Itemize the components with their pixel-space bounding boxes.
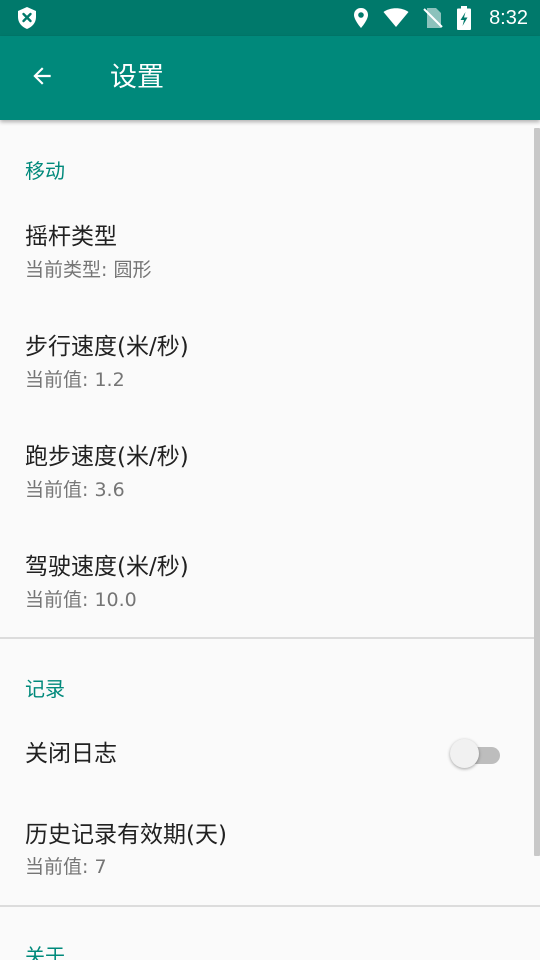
arrow-back-icon: [29, 63, 55, 93]
pref-summary: 当前值: 10.0: [25, 589, 137, 611]
pref-title: 步行速度(米/秒): [25, 334, 189, 360]
app-bar: 设置: [0, 36, 540, 120]
location-icon: [353, 7, 369, 29]
page-title: 设置: [110, 62, 164, 93]
scrollbar[interactable]: [534, 128, 540, 856]
pref-run-speed[interactable]: 跑步速度(米/秒) 当前值: 3.6: [0, 422, 534, 532]
pref-title: 驾驶速度(米/秒): [25, 554, 189, 580]
shield-x-icon: [16, 6, 38, 30]
settings-list[interactable]: 移动 摇杆类型 当前类型: 圆形 步行速度(米/秒) 当前值: 1.2 跑步速度…: [0, 120, 540, 960]
pref-summary: 当前值: 7: [25, 856, 107, 878]
section-header-record: 记录: [25, 677, 65, 701]
pref-history-validity[interactable]: 历史记录有效期(天) 当前值: 7: [0, 796, 534, 906]
pref-title: 关闭日志: [25, 741, 117, 767]
status-bar: 8:32: [0, 0, 540, 36]
pref-title: 历史记录有效期(天): [25, 822, 227, 848]
pref-close-log[interactable]: 关闭日志: [0, 716, 534, 796]
pref-summary: 当前值: 3.6: [25, 479, 125, 501]
back-button[interactable]: [22, 58, 62, 98]
pref-drive-speed[interactable]: 驾驶速度(米/秒) 当前值: 10.0: [0, 532, 534, 637]
pref-title: 跑步速度(米/秒): [25, 444, 189, 470]
status-time: 8:32: [489, 6, 528, 29]
pref-joystick-type[interactable]: 摇杆类型 当前类型: 圆形: [0, 202, 534, 312]
wifi-icon: [383, 8, 409, 28]
close-log-switch[interactable]: [450, 738, 502, 770]
section-divider: [0, 905, 540, 907]
section-divider: [0, 637, 540, 639]
no-sim-icon: [423, 7, 443, 29]
battery-charging-icon: [457, 6, 472, 30]
pref-title: 摇杆类型: [25, 224, 117, 250]
section-header-about: 关于: [25, 944, 65, 960]
pref-summary: 当前类型: 圆形: [25, 259, 152, 281]
switch-thumb: [450, 739, 479, 768]
section-header-movement: 移动: [25, 159, 65, 183]
pref-walk-speed[interactable]: 步行速度(米/秒) 当前值: 1.2: [0, 312, 534, 422]
pref-summary: 当前值: 1.2: [25, 369, 125, 391]
